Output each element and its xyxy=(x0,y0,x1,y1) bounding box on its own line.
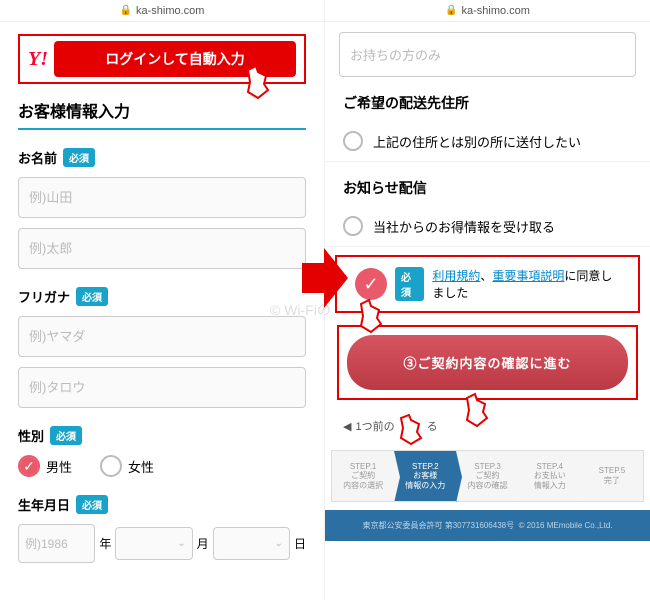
url-bar: 🔒 ka-shimo.com xyxy=(0,0,324,22)
kana-first-input[interactable] xyxy=(18,367,306,408)
dob-year-select[interactable]: 例)1986 xyxy=(18,524,95,563)
section-title: お客様情報入力 xyxy=(18,98,306,130)
chevron-down-icon: ⌄ xyxy=(177,538,185,549)
url-text: ka-shimo.com xyxy=(461,5,529,17)
required-badge: 必須 xyxy=(395,267,424,301)
yahoo-logo-icon: Y! xyxy=(28,48,48,71)
required-badge: 必須 xyxy=(76,495,108,514)
step-3: STEP.3ご契約内容の確認 xyxy=(456,451,518,501)
news-section-title: お知らせ配信 xyxy=(343,178,632,198)
arrow-right-icon xyxy=(302,248,348,308)
pointer-hand-icon xyxy=(349,296,389,336)
delivery-other-option[interactable]: 上記の住所とは別の所に送付したい xyxy=(325,121,650,162)
gender-label: 性別 xyxy=(18,426,44,445)
important-link[interactable]: 重要事項説明 xyxy=(492,269,564,283)
dob-label: 生年月日 xyxy=(18,495,70,514)
news-option[interactable]: 当社からのお得情報を受け取る xyxy=(325,206,650,247)
step-2: STEP.2お客様情報の入力 xyxy=(394,451,456,501)
gender-male-option[interactable]: 男性 xyxy=(18,455,72,477)
kana-label: フリガナ xyxy=(18,287,70,306)
gender-female-option[interactable]: 女性 xyxy=(100,455,154,477)
footer: 東京都公安委員会許可 第307731606438号 © 2016 MEmobil… xyxy=(325,510,650,541)
lastname-input[interactable] xyxy=(18,177,306,218)
kana-last-input[interactable] xyxy=(18,316,306,357)
chevron-down-icon: ⌄ xyxy=(275,538,283,549)
step-1: STEP.1ご契約内容の選択 xyxy=(332,451,394,501)
owned-input[interactable]: お持ちの方のみ xyxy=(339,32,636,77)
terms-link[interactable]: 利用規約 xyxy=(432,269,480,283)
lock-icon: 🔒 xyxy=(120,5,132,16)
delivery-section-title: ご希望の配送先住所 xyxy=(343,93,632,113)
right-screen: 🔒 ka-shimo.com お持ちの方のみ ご希望の配送先住所 上記の住所とは… xyxy=(325,0,650,600)
url-bar: 🔒 ka-shimo.com xyxy=(325,0,650,22)
name-label: お名前 xyxy=(18,148,57,167)
radio-unchecked-icon xyxy=(100,455,122,477)
pointer-hand-icon xyxy=(393,412,427,446)
proceed-box: ③ご契約内容の確認に進む xyxy=(337,325,638,400)
pointer-hand-icon xyxy=(455,390,495,430)
firstname-input[interactable] xyxy=(18,228,306,269)
triangle-left-icon: ◀ xyxy=(343,420,351,433)
url-text: ka-shimo.com xyxy=(136,5,204,17)
radio-unchecked-icon xyxy=(343,216,363,236)
dob-day-select[interactable]: ⌄ xyxy=(213,527,290,560)
required-badge: 必須 xyxy=(63,148,95,167)
radio-checked-icon xyxy=(18,455,40,477)
dob-month-select[interactable]: ⌄ xyxy=(115,527,192,560)
radio-unchecked-icon xyxy=(343,131,363,151)
step-nav: STEP.1ご契約内容の選択 STEP.2お客様情報の入力 STEP.3ご契約内… xyxy=(331,450,644,502)
pointer-hand-icon xyxy=(236,62,276,102)
step-5: STEP.5完了 xyxy=(581,451,643,501)
lock-icon: 🔒 xyxy=(445,5,457,16)
required-badge: 必須 xyxy=(76,287,108,306)
proceed-button[interactable]: ③ご契約内容の確認に進む xyxy=(347,335,628,390)
step-4: STEP.4お支払い情報入力 xyxy=(519,451,581,501)
required-badge: 必須 xyxy=(50,426,82,445)
